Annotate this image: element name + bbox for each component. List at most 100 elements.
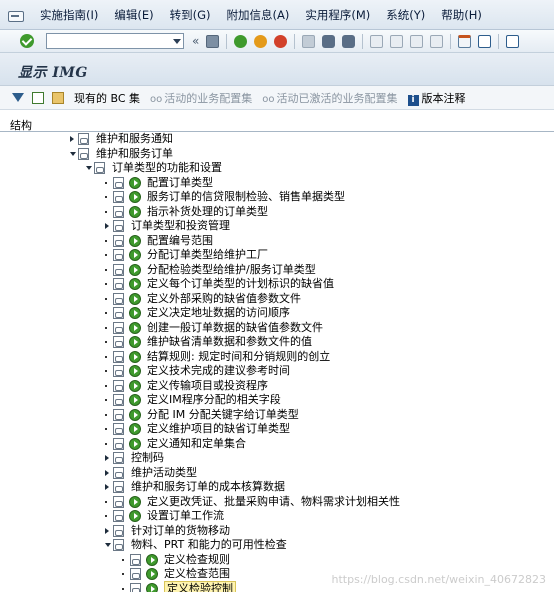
- execute-icon[interactable]: [129, 495, 141, 508]
- tree-node-label[interactable]: 定义决定地址数据的访问顺序: [147, 306, 290, 320]
- tree-node[interactable]: 针对订单的货物移动: [0, 524, 554, 539]
- menu-system[interactable]: 系统(Y): [378, 7, 433, 23]
- menu-help[interactable]: 帮助(H): [433, 7, 490, 23]
- execute-icon[interactable]: [129, 263, 141, 276]
- tree-node-label[interactable]: 定义IM程序分配的相关字段: [147, 393, 281, 407]
- tree-node-label[interactable]: 分配订单类型给维护工厂: [147, 248, 268, 262]
- tree-node[interactable]: 定义外部采购的缺省值参数文件: [0, 292, 554, 307]
- execute-icon[interactable]: [129, 321, 141, 334]
- release-notes-button[interactable]: i 版本注释: [407, 90, 466, 106]
- tree-node-label[interactable]: 维护和服务订单: [96, 147, 173, 161]
- tree-node[interactable]: 创建一般订单数据的缺省值参数文件: [0, 321, 554, 336]
- tree-node-label[interactable]: 分配 IM 分配关键字给订单类型: [147, 408, 299, 422]
- tree-node-label[interactable]: 设置订单工作流: [147, 509, 224, 523]
- tree-node-label[interactable]: 结算规则: 规定时间和分销规则的创立: [147, 350, 330, 364]
- collapse-command-icon[interactable]: «: [192, 34, 199, 48]
- documentation-icon[interactable]: [113, 263, 124, 276]
- documentation-icon[interactable]: [113, 423, 124, 435]
- tree-node[interactable]: 维护缺省清单数据和参数文件的值: [0, 335, 554, 350]
- documentation-icon[interactable]: [113, 191, 124, 203]
- tree-node-label[interactable]: 针对订单的货物移动: [131, 524, 230, 538]
- tree-node[interactable]: 分配检验类型给维护/服务订单类型: [0, 263, 554, 278]
- execute-icon[interactable]: [129, 336, 141, 348]
- documentation-icon[interactable]: [113, 234, 124, 247]
- shortcut-icon[interactable]: [478, 34, 492, 48]
- active-bc-sets-button[interactable]: oo 活动的业务配置集: [150, 90, 252, 106]
- tree-node[interactable]: 定义检查规则: [0, 553, 554, 568]
- documentation-icon[interactable]: [113, 408, 124, 421]
- tree-node[interactable]: 指示补货处理的订单类型: [0, 205, 554, 220]
- tree-node-label[interactable]: 维护活动类型: [131, 466, 197, 480]
- tree-node-label[interactable]: 维护和服务订单的成本核算数据: [131, 480, 285, 494]
- tree-node[interactable]: 分配订单类型给维护工厂: [0, 248, 554, 263]
- tree-node-label[interactable]: 维护缺省清单数据和参数文件的值: [147, 335, 312, 349]
- execute-icon[interactable]: [129, 437, 141, 450]
- documentation-icon[interactable]: [113, 495, 124, 508]
- tree-node[interactable]: 订单类型的功能和设置: [0, 161, 554, 176]
- documentation-icon[interactable]: [130, 553, 141, 566]
- execute-icon[interactable]: [129, 379, 141, 392]
- tree-node[interactable]: 定义维护项目的缺省订单类型: [0, 422, 554, 437]
- execute-icon[interactable]: [129, 408, 141, 421]
- execute-icon[interactable]: [129, 350, 141, 363]
- back-icon[interactable]: [234, 34, 248, 48]
- save-icon[interactable]: [206, 34, 220, 48]
- documentation-icon[interactable]: [113, 176, 124, 189]
- tree-node[interactable]: 维护和服务订单: [0, 147, 554, 162]
- chevron-down-icon[interactable]: [173, 39, 181, 44]
- documentation-icon[interactable]: [78, 147, 89, 160]
- first-page-icon[interactable]: [370, 34, 384, 48]
- execute-icon[interactable]: [129, 278, 141, 290]
- tree-node[interactable]: 配置订单类型: [0, 176, 554, 191]
- tree-node-label[interactable]: 定义技术完成的建议参考时间: [147, 364, 290, 378]
- documentation-icon[interactable]: [130, 582, 141, 592]
- expand-icon[interactable]: [105, 455, 109, 461]
- documentation-icon[interactable]: [113, 220, 124, 232]
- documentation-icon[interactable]: [113, 394, 124, 406]
- documentation-icon[interactable]: [113, 524, 124, 537]
- tree-node-label[interactable]: 分配检验类型给维护/服务订单类型: [147, 263, 316, 277]
- menu-edit[interactable]: 编辑(E): [106, 7, 161, 23]
- expand-icon[interactable]: [105, 484, 109, 490]
- tree-node[interactable]: 定义传输项目或投资程序: [0, 379, 554, 394]
- documentation-icon[interactable]: [94, 162, 105, 174]
- menu-extras[interactable]: 附加信息(A): [219, 7, 298, 23]
- existing-bc-sets-button[interactable]: 现有的 BC 集: [74, 90, 140, 106]
- tree-node[interactable]: 维护和服务订单的成本核算数据: [0, 480, 554, 495]
- execute-icon[interactable]: [129, 176, 141, 189]
- tree-node-label[interactable]: 配置编号范围: [147, 234, 213, 248]
- filter-icon[interactable]: [12, 93, 24, 102]
- tree-node[interactable]: 控制码: [0, 451, 554, 466]
- tree-node-label[interactable]: 订单类型的功能和设置: [112, 161, 222, 175]
- documentation-icon[interactable]: [113, 510, 124, 522]
- tree-node-label[interactable]: 维护和服务通知: [96, 132, 173, 146]
- documentation-icon[interactable]: [113, 321, 124, 334]
- documentation-icon[interactable]: [113, 481, 124, 493]
- menu-goto[interactable]: 转到(G): [162, 7, 219, 23]
- execute-icon[interactable]: [129, 365, 141, 377]
- enter-button[interactable]: [20, 34, 34, 48]
- execute-icon[interactable]: [129, 292, 141, 305]
- execute-icon[interactable]: [146, 553, 158, 566]
- tree-node-label[interactable]: 物料、PRT 和能力的可用性检查: [131, 538, 287, 552]
- tree-node[interactable]: 定义更改凭证、批量采购申请、物料需求计划相关性: [0, 495, 554, 510]
- tree-node[interactable]: 定义每个订单类型的计划标识的缺省值: [0, 277, 554, 292]
- tree-node-label[interactable]: 定义传输项目或投资程序: [147, 379, 268, 393]
- tree-node[interactable]: 定义IM程序分配的相关字段: [0, 393, 554, 408]
- documentation-icon[interactable]: [78, 133, 89, 145]
- expand-icon[interactable]: [70, 136, 74, 142]
- next-page-icon[interactable]: [410, 34, 424, 48]
- execute-icon[interactable]: [129, 249, 141, 261]
- last-page-icon[interactable]: [430, 34, 444, 48]
- execute-icon[interactable]: [129, 307, 141, 319]
- tree-node[interactable]: 设置订单工作流: [0, 509, 554, 524]
- execute-icon[interactable]: [129, 423, 141, 435]
- tree-node[interactable]: 结算规则: 规定时间和分销规则的创立: [0, 350, 554, 365]
- execute-icon[interactable]: [129, 510, 141, 522]
- documentation-icon[interactable]: [113, 452, 124, 464]
- cancel-icon[interactable]: [274, 34, 288, 48]
- execute-icon[interactable]: [129, 205, 141, 218]
- documentation-icon[interactable]: [113, 466, 124, 479]
- tree-node-label[interactable]: 定义通知和定单集合: [147, 437, 246, 451]
- expand-icon[interactable]: [105, 223, 109, 229]
